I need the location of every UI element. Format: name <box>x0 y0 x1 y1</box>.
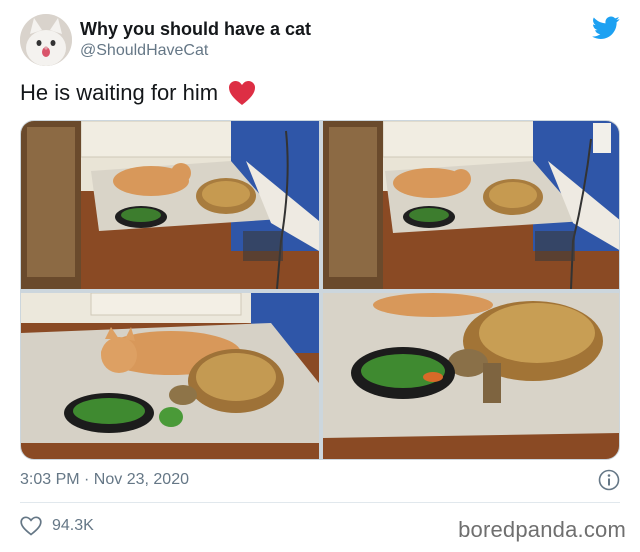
photo-cat-and-tortoise-2[interactable] <box>323 121 619 289</box>
tweet-text: He is waiting for him <box>20 78 256 108</box>
like-count: 94.3K <box>52 517 94 534</box>
tweet-meta: 3:03 PM · Nov 23, 2020 <box>20 468 620 492</box>
info-icon[interactable] <box>598 469 620 491</box>
red-heart-icon <box>228 80 256 106</box>
watermark: boredpanda.com <box>458 517 626 542</box>
photo-cat-and-tortoise-1[interactable] <box>21 121 319 289</box>
user-handle[interactable]: @ShouldHaveCat <box>80 41 311 61</box>
like-action[interactable]: 94.3K <box>20 514 94 538</box>
photo-cat-and-tortoise-4[interactable] <box>323 293 619 459</box>
divider <box>20 502 620 503</box>
photo-cat-and-tortoise-3[interactable] <box>21 293 319 459</box>
tweet-body: He is waiting for him <box>20 80 219 105</box>
twitter-bird-icon[interactable] <box>592 16 620 40</box>
avatar[interactable] <box>20 14 72 66</box>
display-name[interactable]: Why you should have a cat <box>80 18 311 40</box>
heart-outline-icon[interactable] <box>20 516 42 536</box>
timestamp[interactable]: 3:03 PM · Nov 23, 2020 <box>20 471 189 488</box>
author-names: Why you should have a cat @ShouldHaveCat <box>80 18 311 61</box>
tweet-header: Why you should have a cat @ShouldHaveCat <box>20 12 620 68</box>
media-grid[interactable] <box>20 120 620 460</box>
